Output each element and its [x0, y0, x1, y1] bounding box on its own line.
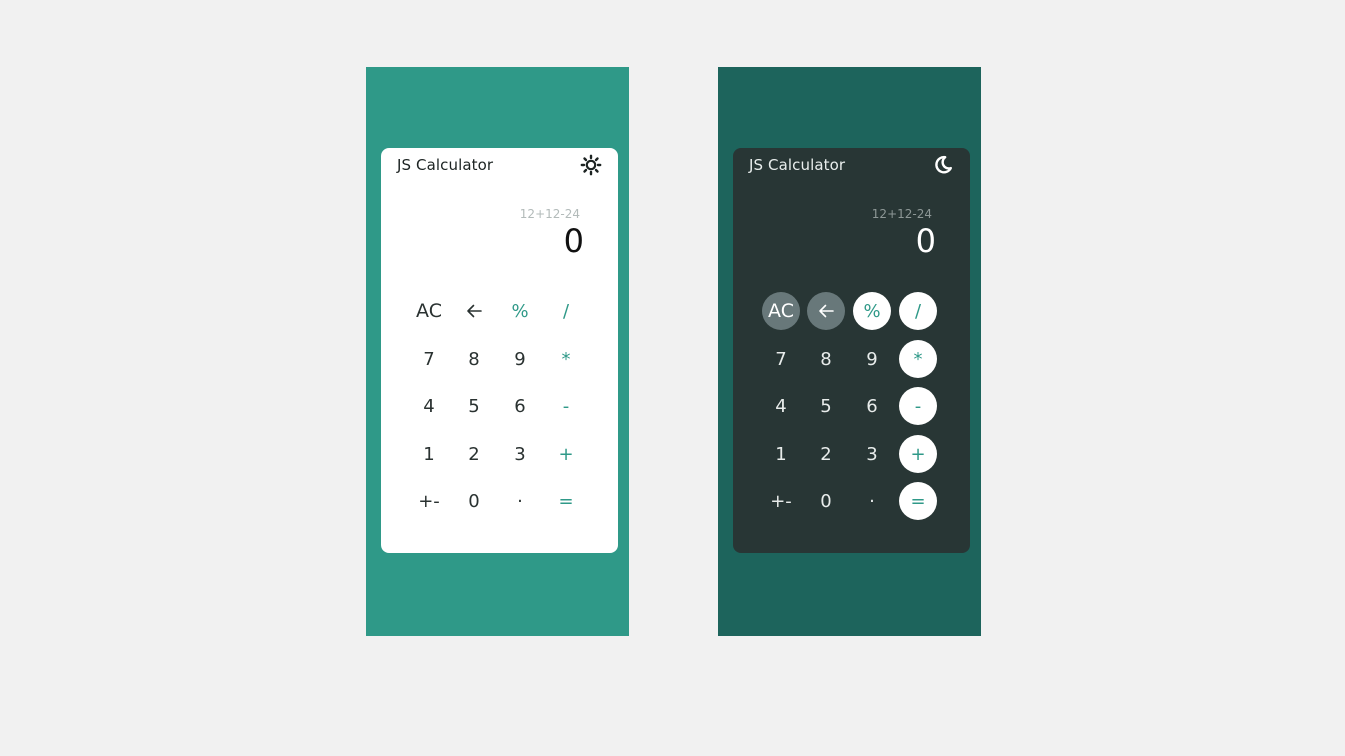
- digit-7-button[interactable]: 7: [410, 340, 448, 378]
- digit-8-button[interactable]: 8: [455, 340, 493, 378]
- equals-button[interactable]: =: [899, 482, 937, 520]
- equals-button[interactable]: =: [547, 482, 585, 520]
- expression-history: 12+12-24: [519, 207, 580, 221]
- calculator-card-dark: JS Calculator 12+12-24 0 AC % / 7 8 9 * …: [733, 148, 970, 553]
- digit-6-button[interactable]: 6: [501, 387, 539, 425]
- multiply-button[interactable]: *: [547, 340, 585, 378]
- dark-theme-panel: JS Calculator 12+12-24 0 AC % / 7 8 9 * …: [718, 67, 981, 636]
- sign-toggle-button[interactable]: +-: [762, 482, 800, 520]
- sun-icon[interactable]: [580, 154, 602, 176]
- light-theme-panel: JS Calculator 12+12-24 0 AC % / 7 8 9 * …: [366, 67, 629, 636]
- digit-1-button[interactable]: 1: [410, 435, 448, 473]
- result-display: 0: [563, 222, 584, 260]
- backspace-button[interactable]: [455, 292, 493, 330]
- digit-2-button[interactable]: 2: [455, 435, 493, 473]
- digit-8-button[interactable]: 8: [807, 340, 845, 378]
- decimal-button[interactable]: ·: [501, 482, 539, 520]
- backspace-button[interactable]: [807, 292, 845, 330]
- clear-button[interactable]: AC: [410, 292, 448, 330]
- digit-3-button[interactable]: 3: [853, 435, 891, 473]
- clear-button[interactable]: AC: [762, 292, 800, 330]
- app-title: JS Calculator: [749, 156, 846, 174]
- decimal-button[interactable]: ·: [853, 482, 891, 520]
- digit-5-button[interactable]: 5: [455, 387, 493, 425]
- digit-7-button[interactable]: 7: [762, 340, 800, 378]
- arrow-left-icon: [819, 304, 834, 318]
- plus-button[interactable]: +: [899, 435, 937, 473]
- digit-9-button[interactable]: 9: [853, 340, 891, 378]
- arrow-left-icon: [467, 304, 482, 318]
- percent-button[interactable]: %: [501, 292, 539, 330]
- minus-button[interactable]: -: [547, 387, 585, 425]
- digit-4-button[interactable]: 4: [762, 387, 800, 425]
- calculator-card-light: JS Calculator 12+12-24 0 AC % / 7 8 9 * …: [381, 148, 618, 553]
- moon-icon[interactable]: [932, 154, 954, 176]
- multiply-button[interactable]: *: [899, 340, 937, 378]
- digit-6-button[interactable]: 6: [853, 387, 891, 425]
- digit-2-button[interactable]: 2: [807, 435, 845, 473]
- percent-button[interactable]: %: [853, 292, 891, 330]
- plus-button[interactable]: +: [547, 435, 585, 473]
- digit-9-button[interactable]: 9: [501, 340, 539, 378]
- divide-button[interactable]: /: [547, 292, 585, 330]
- digit-5-button[interactable]: 5: [807, 387, 845, 425]
- minus-button[interactable]: -: [899, 387, 937, 425]
- digit-3-button[interactable]: 3: [501, 435, 539, 473]
- digit-0-button[interactable]: 0: [807, 482, 845, 520]
- divide-button[interactable]: /: [899, 292, 937, 330]
- app-title: JS Calculator: [397, 156, 494, 174]
- digit-1-button[interactable]: 1: [762, 435, 800, 473]
- result-display: 0: [915, 222, 936, 260]
- sign-toggle-button[interactable]: +-: [410, 482, 448, 520]
- digit-0-button[interactable]: 0: [455, 482, 493, 520]
- digit-4-button[interactable]: 4: [410, 387, 448, 425]
- expression-history: 12+12-24: [871, 207, 932, 221]
